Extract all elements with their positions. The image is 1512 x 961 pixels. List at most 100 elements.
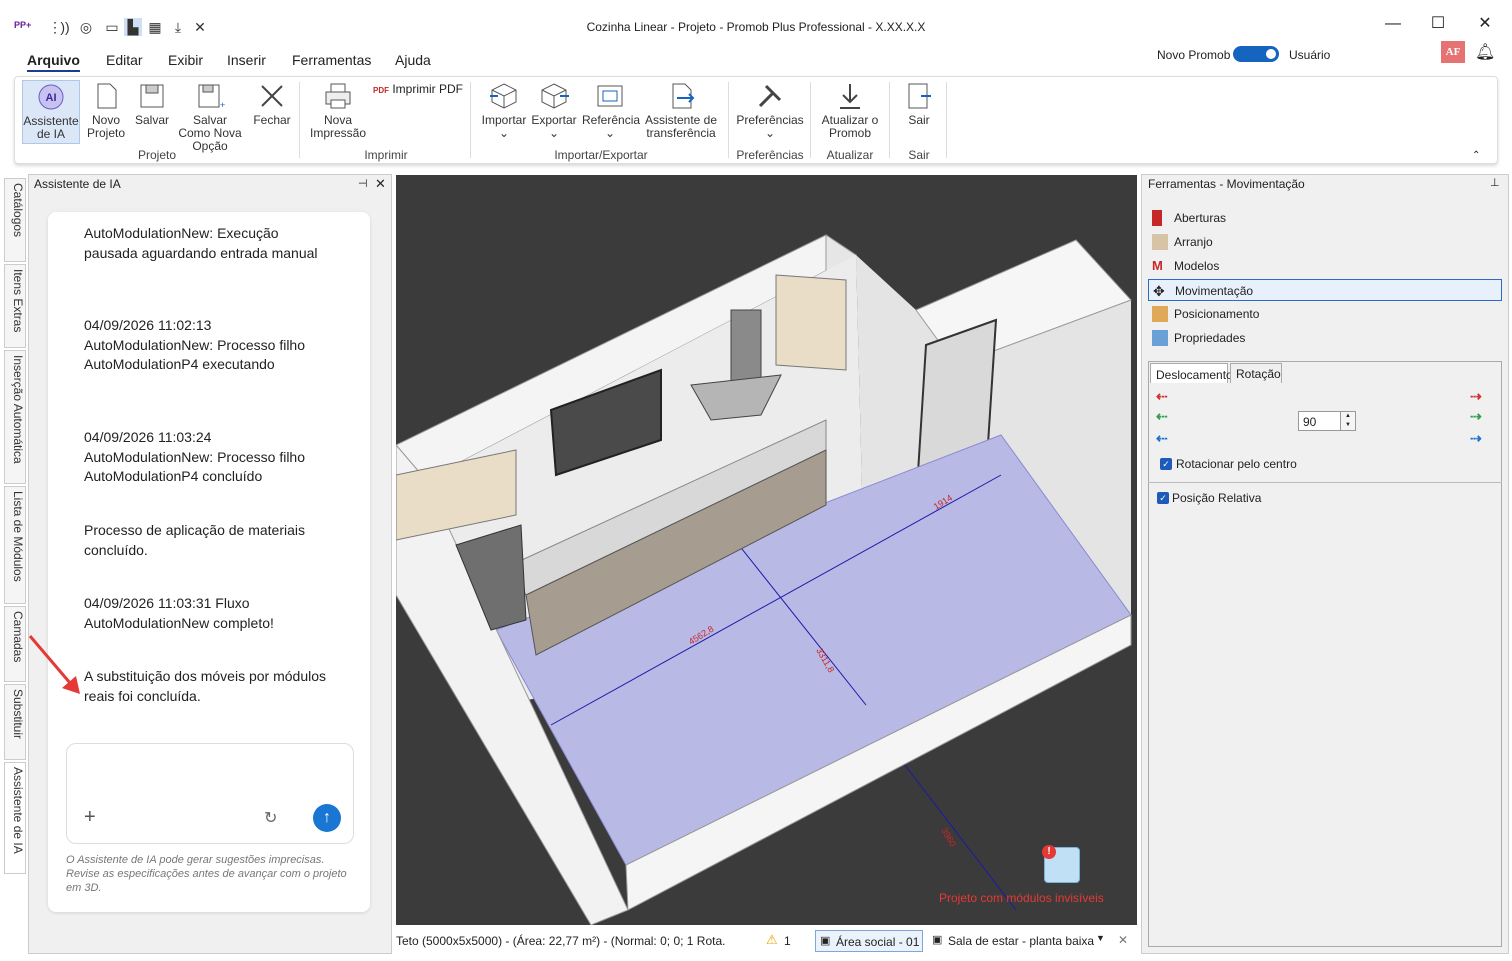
print-pdf-button[interactable]: PDF Imprimir PDF <box>373 82 463 96</box>
tab-deslocamento[interactable]: Deslocamento <box>1150 363 1233 383</box>
new-print-label: Nova Impressão <box>309 113 367 140</box>
svg-text:AI: AI <box>46 92 57 104</box>
tool-label: Modelos <box>1174 259 1220 273</box>
maximize-button[interactable]: ☐ <box>1426 12 1450 36</box>
tool-movimentacao[interactable]: ✥ Movimentação <box>1148 279 1502 301</box>
tab-lista-modulos[interactable]: Lista de Módulos <box>4 486 26 604</box>
menu-arquivo[interactable]: Arquivo <box>27 52 80 72</box>
exit-button[interactable]: Sair <box>896 80 942 127</box>
tab-camadas[interactable]: Camadas <box>4 606 26 682</box>
spin-stepper[interactable]: ▲ ▼ <box>1340 411 1356 431</box>
transfer-assistant-button[interactable]: Assistente de transferência <box>644 80 718 140</box>
tab-rotacao[interactable]: Rotação <box>1230 363 1282 383</box>
arrangement-icon <box>1152 234 1168 250</box>
dropdown-icon[interactable]: ▼ <box>1096 933 1105 943</box>
chat-message: 04/09/2026 11:03:24 AutoModulationNew: P… <box>84 429 306 484</box>
tool-propriedades[interactable]: Propriedades <box>1148 327 1502 349</box>
menu-editar[interactable]: Editar <box>106 52 143 68</box>
tab-insercao-automatica[interactable]: Inserção Automática <box>4 350 26 484</box>
bell-icon[interactable]: 🔔︎ <box>1475 42 1495 62</box>
chat-message: 04/09/2026 11:02:13 AutoModulationNew: P… <box>84 317 306 372</box>
pin-icon[interactable]: ⊣ <box>358 177 368 190</box>
selection-info: Teto (5000x5x5000) - (Área: 22,77 m²) - … <box>396 934 726 948</box>
ribbon-separator <box>470 82 471 158</box>
room-tab-label: Sala de estar - planta baixa <box>948 934 1095 948</box>
chat-message: AutoModulationNew: Execução pausada agua… <box>84 225 318 261</box>
rotate-y-minus-button[interactable]: ⇠ <box>1156 408 1168 425</box>
refresh-icon[interactable]: ↻ <box>264 808 277 828</box>
save-as-button[interactable]: +1 Salvar Como Nova Opção <box>176 80 244 153</box>
models-icon: M <box>1152 258 1163 273</box>
rotate-center-checkbox[interactable]: ✓ <box>1160 458 1172 470</box>
tool-arranjo[interactable]: Arranjo <box>1148 231 1502 253</box>
close-project-button[interactable]: Fechar <box>252 80 292 127</box>
rotate-z-minus-button[interactable]: ⇠ <box>1156 430 1168 447</box>
tool-posicionamento[interactable]: Posicionamento <box>1148 303 1502 325</box>
relative-position-checkbox[interactable]: ✓ <box>1157 492 1169 504</box>
chevron-down-icon: ⌄ <box>498 126 510 140</box>
close-button[interactable]: ✕ <box>1473 12 1497 36</box>
chat-input[interactable] <box>66 743 354 844</box>
tab-area-social[interactable]: ▣ Área social - 01 <box>815 930 923 952</box>
tool-label: Propriedades <box>1174 331 1246 345</box>
new-print-button[interactable]: Nova Impressão <box>308 80 368 140</box>
minimize-button[interactable]: — <box>1381 12 1405 36</box>
rotate-x-minus-button[interactable]: ⇠ <box>1156 388 1168 405</box>
tool-label: Aberturas <box>1174 211 1227 225</box>
menu-ajuda[interactable]: Ajuda <box>395 52 431 68</box>
warning-icon[interactable]: ⚠ <box>766 932 778 948</box>
tab-sala-estar[interactable]: ▣ Sala de estar - planta baixa ▼ <box>930 930 1110 952</box>
ribbon-separator <box>810 82 811 158</box>
tab-itens-extras[interactable]: Itens Extras <box>4 264 26 348</box>
new-project-button[interactable]: Novo Projeto <box>84 80 128 140</box>
pin-icon[interactable]: ⊥ <box>1490 176 1500 189</box>
divider <box>1148 482 1502 483</box>
export-button[interactable]: Exportar ⌄ <box>530 80 578 140</box>
save-as-icon: +1 <box>198 84 226 110</box>
close-tab-icon[interactable]: ✕ <box>1118 933 1128 947</box>
group-atualizar-label: Atualizar <box>826 148 874 162</box>
save-button[interactable]: Salvar <box>134 80 170 127</box>
rotate-center-label: Rotacionar pelo centro <box>1176 457 1297 471</box>
menu-ferramentas[interactable]: Ferramentas <box>292 52 371 68</box>
3d-viewport[interactable]: 4562,8 3311,8 1914 3960 ! Projeto com mó… <box>396 175 1137 925</box>
svg-text:+1: +1 <box>220 100 226 110</box>
close-panel-icon[interactable]: ✕ <box>375 176 386 192</box>
preferences-button[interactable]: Preferências ⌄ <box>736 80 804 140</box>
rotate-x-plus-button[interactable]: ⇢ <box>1470 388 1482 405</box>
chevron-down-icon: ⌄ <box>548 126 560 140</box>
rotate-y-plus-button[interactable]: ⇢ <box>1470 408 1482 425</box>
menu-inserir[interactable]: Inserir <box>227 52 266 68</box>
tool-modelos[interactable]: M Modelos <box>1148 255 1502 277</box>
reference-button[interactable]: Referência ⌄ <box>582 80 640 140</box>
menu-exibir[interactable]: Exibir <box>168 52 203 68</box>
import-button[interactable]: Importar ⌄ <box>480 80 528 140</box>
rotate-z-plus-button[interactable]: ⇢ <box>1470 430 1482 447</box>
tab-assistente-ia[interactable]: Assistente de IA <box>4 762 26 874</box>
add-icon[interactable]: + <box>84 806 96 829</box>
chevron-down-icon: ⌄ <box>764 126 776 140</box>
ai-assistant-button[interactable]: AI Assistente de IA <box>22 80 80 144</box>
import-label: Importar <box>481 113 527 127</box>
ai-label: Assistente de IA <box>23 114 79 141</box>
collapse-ribbon-icon[interactable]: ⌃ <box>1472 150 1480 161</box>
ribbon-separator <box>889 82 890 158</box>
novo-promob-toggle[interactable] <box>1233 46 1279 62</box>
tool-aberturas[interactable]: Aberturas <box>1148 207 1502 229</box>
tab-substituir[interactable]: Substituir <box>4 684 26 760</box>
new-project-label: Novo Projeto <box>86 113 126 140</box>
export-label: Exportar <box>531 113 577 127</box>
wrench-icon <box>758 84 782 108</box>
positioning-icon <box>1152 306 1168 322</box>
ribbon-separator <box>299 82 300 158</box>
chat-message: 04/09/2026 11:03:31 Fluxo AutoModulation… <box>84 595 274 631</box>
kitchen-3d-scene[interactable]: 4562,8 3311,8 1914 3960 <box>396 175 1137 925</box>
ribbon-separator <box>728 82 729 158</box>
update-button[interactable]: Atualizar o Promob <box>816 80 884 140</box>
avatar[interactable]: AF <box>1441 41 1465 63</box>
tab-catalogos[interactable]: Catálogos <box>4 178 26 262</box>
print-pdf-label: Imprimir PDF <box>392 82 464 96</box>
send-button[interactable]: ↑ <box>313 804 341 832</box>
disclaimer: O Assistente de IA pode gerar sugestões … <box>66 854 347 894</box>
transfer-label: Assistente de transferência <box>644 113 718 140</box>
